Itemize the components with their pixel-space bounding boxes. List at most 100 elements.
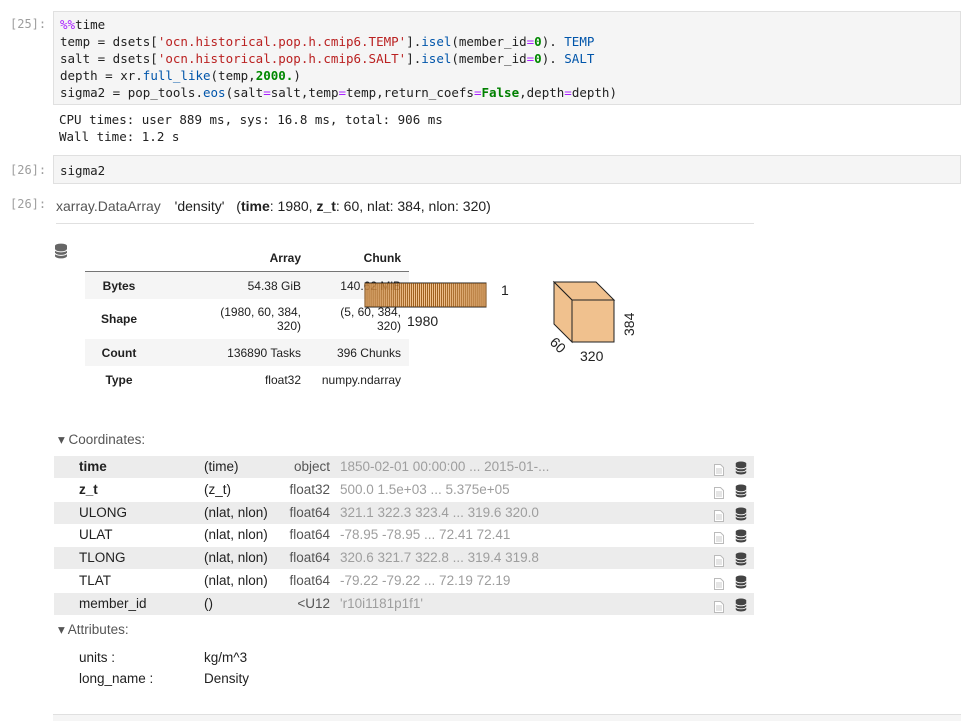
- coordinates-title: Coordinates:: [68, 432, 146, 447]
- dim-size: : 1980,: [269, 198, 317, 214]
- attributes-section-toggle[interactable]: ▾ Attributes:: [58, 622, 129, 638]
- show-data-icon[interactable]: [734, 574, 748, 589]
- chunk-cube: [552, 280, 616, 344]
- coord-dims: (z_t): [204, 481, 231, 497]
- coordinate-row: time (time) object 1850-02-01 00:00:00 ... …: [54, 456, 754, 478]
- coord-preview: 500.0 1.5e+03 ... 5.375e+05: [340, 481, 510, 497]
- shape-line: 320): [276, 319, 301, 333]
- coord-name: z_t: [79, 481, 98, 497]
- coord-name: time: [79, 459, 107, 474]
- coord-dims: (nlat, nlon): [204, 504, 268, 520]
- coord-name: member_id: [79, 595, 147, 611]
- coordinates-section-toggle[interactable]: ▾ Coordinates:: [58, 432, 145, 448]
- dataarray-class: xarray.DataArray: [56, 198, 161, 214]
- row-label: Shape: [100, 312, 137, 326]
- coordinate-row: TLAT (nlat, nlon) float64 -79.22 -79.22 ...…: [54, 570, 754, 592]
- dataarray-dims: (time: 1980, z_t: 60, nlat: 384, nlon: 3…: [236, 198, 491, 214]
- coord-dims: (nlat, nlon): [204, 573, 268, 588]
- coord-name: ULAT: [79, 527, 113, 543]
- show-data-icon[interactable]: [734, 551, 748, 566]
- code-text: sigma2: [60, 163, 106, 178]
- stdout-output-25: CPU times: user 889 ms, sys: 16.8 ms, to…: [59, 111, 443, 145]
- coord-dtype: float32: [289, 481, 330, 497]
- attribute-row: long_name : Density: [79, 671, 249, 686]
- coord-preview: 320.6 321.7 322.8 ... 319.4 319.8: [340, 550, 539, 566]
- attr-value: kg/m^3: [204, 650, 248, 665]
- coord-dims: (): [204, 595, 213, 611]
- cube-label-height: 384: [621, 312, 637, 336]
- bar-label-x: 1980: [407, 313, 438, 329]
- array-value: 136890 Tasks: [227, 345, 301, 360]
- coord-dtype: float64: [289, 527, 330, 543]
- output-line: CPU times: user 889 ms, sys: 16.8 ms, to…: [59, 112, 443, 127]
- dim-name: z_t: [316, 198, 336, 214]
- coordinate-row: TLONG (nlat, nlon) float64 320.6 321.7 322.…: [54, 547, 754, 570]
- coord-preview: 321.1 322.3 323.4 ... 319.6 320.0: [340, 504, 539, 520]
- show-data-icon[interactable]: [734, 483, 748, 498]
- array-value: float32: [264, 372, 301, 387]
- cube-label-depth: 60: [547, 334, 569, 356]
- show-attributes-icon[interactable]: [714, 598, 724, 613]
- output-line: Wall time: 1.2 s: [59, 129, 180, 144]
- show-attributes-icon[interactable]: [714, 529, 724, 545]
- coord-name: ULONG: [79, 504, 128, 520]
- coord-name: TLAT: [79, 573, 112, 588]
- coord-dims: (nlat, nlon): [204, 550, 268, 566]
- coord-dims: (time): [204, 459, 239, 474]
- show-attributes-icon[interactable]: [714, 484, 724, 499]
- table-header-chunk: Chunk: [309, 244, 409, 272]
- row-label: Count: [101, 345, 137, 360]
- code-line: depth = xr.full_like(temp,2000.): [60, 68, 301, 83]
- dim-size: : 60,: [335, 198, 368, 214]
- code-line: %%time: [60, 17, 106, 32]
- coord-preview: 1850-02-01 00:00:00 ... 2015-01-...: [340, 459, 550, 474]
- shape-line: (1980, 60, 384,: [220, 305, 301, 319]
- attributes-title: Attributes:: [67, 622, 129, 637]
- show-attributes-icon[interactable]: [714, 552, 724, 568]
- coord-dtype: <U12: [297, 595, 330, 611]
- show-data-icon[interactable]: [734, 460, 748, 475]
- coord-preview: -78.95 -78.95 ... 72.41 72.41: [340, 527, 511, 543]
- coord-dtype: float64: [289, 573, 330, 588]
- attr-key: units :: [79, 650, 116, 665]
- row-label: Bytes: [102, 278, 136, 293]
- table-header-array: Array: [153, 244, 309, 272]
- dataarray-header: xarray.DataArray 'density' (time: 1980, …: [56, 197, 754, 224]
- code-cell-25[interactable]: %%time temp = dsets['ocn.historical.pop.h…: [53, 11, 961, 105]
- code-cell-26[interactable]: sigma2: [53, 155, 961, 184]
- attr-value: Density: [204, 671, 250, 686]
- show-attributes-icon[interactable]: [714, 507, 724, 522]
- coord-dtype: float64: [289, 550, 330, 566]
- show-attributes-icon[interactable]: [714, 575, 724, 590]
- code-line: temp = dsets['ocn.historical.pop.h.cmip6…: [60, 34, 595, 49]
- chunk-visualization: 1980 1 320 384 60: [364, 280, 637, 364]
- array-value: (1980, 60, 384, 320): [153, 299, 309, 339]
- next-cell[interactable]: [53, 714, 961, 721]
- table-header-blank: [85, 244, 153, 272]
- row-label: Type: [105, 372, 133, 387]
- bar-label-y: 1: [501, 282, 509, 298]
- dim-size: nlat: 384, nlon: 320: [367, 198, 487, 214]
- code-line: sigma2 = pop_tools.eos(salt=salt,temp=te…: [60, 85, 617, 100]
- show-data-icon[interactable]: [734, 506, 748, 521]
- time-chunk-bar: [364, 282, 487, 308]
- coord-preview: 'r10i1181p1f1': [340, 595, 423, 611]
- attribute-row: units : kg/m^3: [79, 650, 247, 665]
- show-data-icon[interactable]: [734, 528, 748, 543]
- show-attributes-icon[interactable]: [714, 461, 724, 476]
- code-line: salt = dsets['ocn.historical.pop.h.cmip6…: [60, 51, 595, 66]
- in-prompt-25: [25]:: [10, 17, 47, 31]
- coord-dtype: object: [293, 459, 330, 474]
- coord-preview: -79.22 -79.22 ... 72.19 72.19: [340, 573, 511, 588]
- dataarray-name: 'density': [174, 198, 225, 214]
- coordinate-row: ULONG (nlat, nlon) float64 321.1 322.3 323.…: [54, 501, 754, 524]
- out-prompt-26: [26]:: [10, 197, 47, 211]
- in-prompt-26: [26]:: [10, 163, 47, 177]
- attr-key: long_name :: [79, 671, 154, 686]
- database-icon[interactable]: [54, 243, 68, 259]
- coordinate-row: z_t (z_t) float32 500.0 1.5e+03 ... 5.375e+…: [54, 479, 754, 501]
- coord-name: TLONG: [79, 550, 126, 566]
- show-data-icon[interactable]: [734, 597, 748, 612]
- cube-label-width: 320: [580, 348, 604, 364]
- dim-name: time: [240, 198, 270, 214]
